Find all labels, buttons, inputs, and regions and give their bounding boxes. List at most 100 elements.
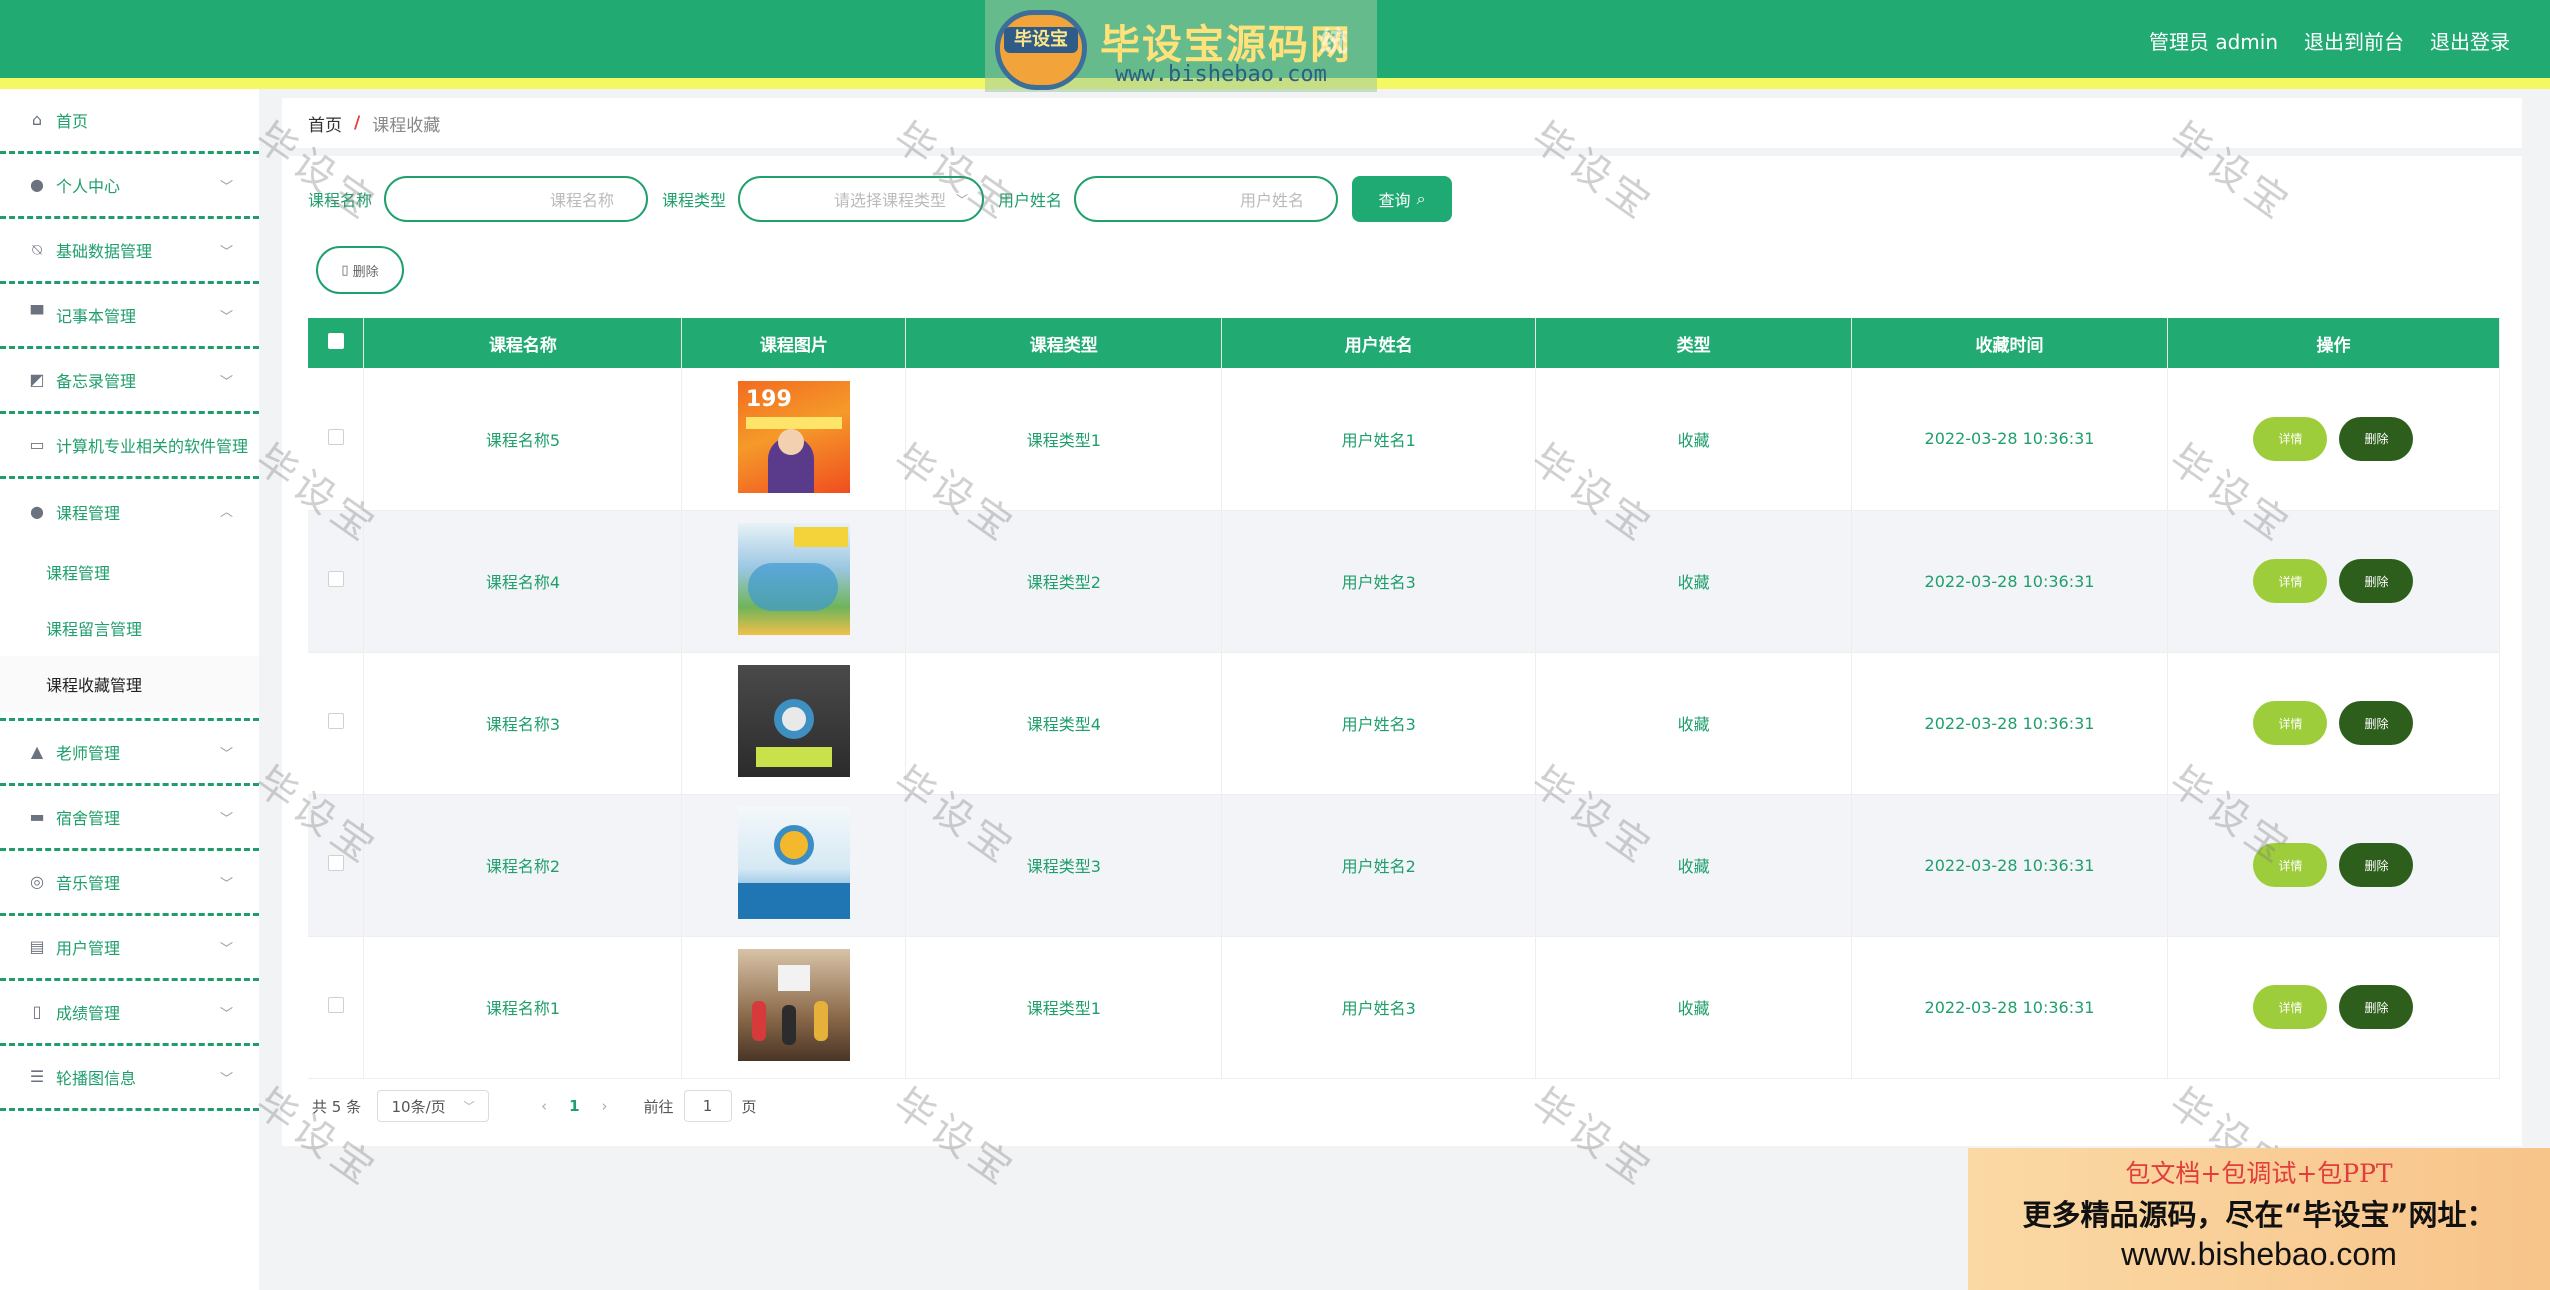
clipboard-icon: ▤ bbox=[29, 937, 45, 956]
course-type-cell: 课程类型4 bbox=[905, 652, 1223, 795]
breadcrumb-current: 课程收藏 bbox=[372, 115, 441, 136]
sidebar-item-basic-data[interactable]: ⍉ 基础数据管理 ﹀ bbox=[0, 219, 259, 284]
table-row: 课程名称4 课程类型2 用户姓名3 收藏 2022-03-28 10:36:31… bbox=[308, 510, 2501, 653]
admin-label: 管理员 admin bbox=[2148, 30, 2278, 54]
select-all-checkbox[interactable] bbox=[327, 332, 344, 349]
page-size-select[interactable]: 10条/页 ﹀ bbox=[377, 1090, 490, 1122]
user-name-input[interactable]: 用户姓名 bbox=[1074, 176, 1339, 222]
sidebar-subitem-course-favorite[interactable]: 课程收藏管理 bbox=[0, 656, 259, 712]
row-checkbox-cell[interactable] bbox=[308, 510, 365, 653]
col-actions: 操作 bbox=[2167, 318, 2501, 368]
detail-button[interactable]: 详情 bbox=[2253, 701, 2328, 745]
teacher-icon: ▲ bbox=[30, 742, 44, 761]
sidebar-subitem-course-manage[interactable]: 课程管理 bbox=[0, 544, 259, 600]
sidebar-item-carousel[interactable]: ☰ 轮播图信息 ﹀ bbox=[0, 1046, 259, 1111]
delete-button[interactable]: 删除 bbox=[2339, 843, 2414, 887]
table-header-row: 课程名称 课程图片 课程类型 用户姓名 类型 收藏时间 操作 bbox=[308, 318, 2501, 368]
sidebar-item-grades[interactable]: ▯ 成绩管理 ﹀ bbox=[0, 981, 259, 1046]
row-checkbox[interactable] bbox=[327, 855, 344, 871]
sidebar: ⌂ 首页 ● 个人中心 ﹀ ⍉ 基础数据管理 ﹀ ▀ 记事本管理 ﹀ ◩ 备忘录… bbox=[0, 89, 259, 1290]
chat-icon: ▭ bbox=[29, 435, 45, 454]
pagination-total: 共 5 条 bbox=[312, 1097, 362, 1116]
favorite-time-cell: 2022-03-28 10:36:31 bbox=[1851, 794, 2168, 937]
next-page-icon[interactable]: › bbox=[602, 1097, 608, 1115]
row-checkbox[interactable] bbox=[327, 428, 344, 445]
chevron-down-icon: ﹀ bbox=[219, 310, 233, 325]
sidebar-item-memo[interactable]: ◩ 备忘录管理 ﹀ bbox=[0, 349, 259, 414]
query-button[interactable]: 查询 ⌕ bbox=[1352, 176, 1453, 222]
delete-button[interactable]: 删除 bbox=[2339, 985, 2414, 1029]
logo-badge-icon: 毕设宝 bbox=[995, 10, 1087, 90]
course-image: 199 bbox=[737, 380, 850, 493]
kind-cell: 收藏 bbox=[1535, 936, 1853, 1079]
course-name-cell: 课程名称3 bbox=[363, 652, 683, 795]
actions-cell: 详情 删除 bbox=[2167, 368, 2501, 511]
course-image-cell bbox=[681, 652, 907, 795]
chevron-up-icon: ︿ bbox=[219, 505, 233, 520]
row-checkbox-cell[interactable] bbox=[308, 794, 365, 937]
row-checkbox[interactable] bbox=[327, 997, 344, 1013]
actions-cell: 详情 删除 bbox=[2167, 936, 2501, 1079]
course-type-select[interactable]: 请选择课程类型 ﹀ bbox=[738, 176, 985, 222]
sidebar-item-profile[interactable]: ● 个人中心 ﹀ bbox=[0, 154, 259, 219]
sidebar-item-course[interactable]: ● 课程管理 ︿ bbox=[0, 479, 259, 544]
table-row: 课程名称1 课程类型1 用户姓名3 收藏 2022-03-28 10:36:31… bbox=[308, 936, 2501, 1079]
sidebar-item-music[interactable]: ◎ 音乐管理 ﹀ bbox=[0, 851, 259, 916]
promo-line-1: 包文档+包调试+包PPT bbox=[2125, 1159, 2393, 1188]
promo-banner: 包文档+包调试+包PPT 更多精品源码，尽在“毕设宝”网址： www.bishe… bbox=[1968, 1148, 2550, 1290]
detail-button[interactable]: 详情 bbox=[2253, 985, 2328, 1029]
row-checkbox-cell[interactable] bbox=[308, 652, 365, 795]
exit-to-front-link[interactable]: 退出到前台 bbox=[2304, 26, 2404, 55]
batch-delete-button[interactable]: ▯ 删除 bbox=[316, 246, 404, 294]
logout-link[interactable]: 退出登录 bbox=[2430, 26, 2510, 55]
logo-url: www.bishebao.com bbox=[1115, 62, 1327, 87]
main-panel: 课程名称 课程名称 课程类型 请选择课程类型 ﹀ 用户姓名 用户姓名 查询 ⌕ ▯ 删… bbox=[282, 156, 2522, 1146]
course-type-cell: 课程类型2 bbox=[905, 510, 1223, 653]
course-name-input[interactable]: 课程名称 bbox=[384, 176, 649, 222]
prev-page-icon[interactable]: ‹ bbox=[541, 1097, 547, 1115]
chevron-down-icon: ﹀ bbox=[463, 1100, 475, 1113]
site-logo-watermark: 毕设宝 毕设宝源码网 统 www.bishebao.com bbox=[985, 0, 1377, 92]
row-checkbox-cell[interactable] bbox=[308, 368, 365, 511]
sidebar-item-users[interactable]: ▤ 用户管理 ﹀ bbox=[0, 916, 259, 981]
user-icon: ● bbox=[30, 175, 44, 194]
sidebar-item-dorm[interactable]: ▬ 宿舍管理 ﹀ bbox=[0, 786, 259, 851]
user-name-cell: 用户姓名1 bbox=[1221, 368, 1537, 511]
delete-button[interactable]: 删除 bbox=[2339, 701, 2414, 745]
select-all-header[interactable] bbox=[308, 318, 365, 368]
breadcrumb-home[interactable]: 首页 bbox=[308, 111, 342, 136]
sidebar-item-teacher[interactable]: ▲ 老师管理 ﹀ bbox=[0, 721, 259, 786]
sidebar-subitem-course-comment[interactable]: 课程留言管理 bbox=[0, 600, 259, 656]
chevron-down-icon: ﹀ bbox=[219, 245, 233, 260]
page-number-current[interactable]: 1 bbox=[569, 1097, 579, 1115]
course-image-cell: 199 bbox=[681, 368, 907, 511]
chevron-down-icon: ﹀ bbox=[219, 812, 233, 827]
logo-title-tail: 统 bbox=[1320, 25, 1349, 58]
favorite-time-cell: 2022-03-28 10:36:31 bbox=[1851, 368, 2168, 511]
search-icon: ⌕ bbox=[1416, 189, 1426, 208]
user-name-label: 用户姓名 bbox=[998, 191, 1063, 210]
chevron-down-icon: ﹀ bbox=[219, 747, 233, 762]
detail-button[interactable]: 详情 bbox=[2253, 416, 2328, 461]
goto-page-input[interactable]: 1 bbox=[683, 1090, 732, 1122]
breadcrumb: 首页 / 课程收藏 bbox=[282, 98, 2522, 148]
kind-cell: 收藏 bbox=[1535, 652, 1853, 795]
row-checkbox-cell[interactable] bbox=[308, 936, 365, 1079]
sidebar-item-software[interactable]: ▭ 计算机专业相关的软件管理 bbox=[0, 414, 259, 479]
row-checkbox[interactable] bbox=[327, 571, 344, 587]
sidebar-item-home[interactable]: ⌂ 首页 bbox=[0, 89, 259, 154]
favorite-time-cell: 2022-03-28 10:36:31 bbox=[1851, 510, 2168, 653]
col-course-type: 课程类型 bbox=[905, 318, 1223, 368]
col-user-name: 用户姓名 bbox=[1221, 318, 1537, 368]
top-right-actions: 管理员 admin 退出到前台 退出登录 bbox=[2149, 26, 2510, 55]
row-checkbox[interactable] bbox=[327, 713, 344, 729]
course-image bbox=[737, 949, 850, 1061]
detail-button[interactable]: 详情 bbox=[2253, 559, 2328, 603]
delete-button[interactable]: 删除 bbox=[2339, 559, 2414, 603]
home-icon: ⌂ bbox=[31, 110, 43, 129]
course-name-cell: 课程名称2 bbox=[363, 794, 683, 937]
sliders-icon: ☰ bbox=[29, 1067, 45, 1086]
sidebar-item-notebook[interactable]: ▀ 记事本管理 ﹀ bbox=[0, 284, 259, 349]
detail-button[interactable]: 详情 bbox=[2253, 843, 2328, 887]
delete-button[interactable]: 删除 bbox=[2339, 416, 2414, 461]
